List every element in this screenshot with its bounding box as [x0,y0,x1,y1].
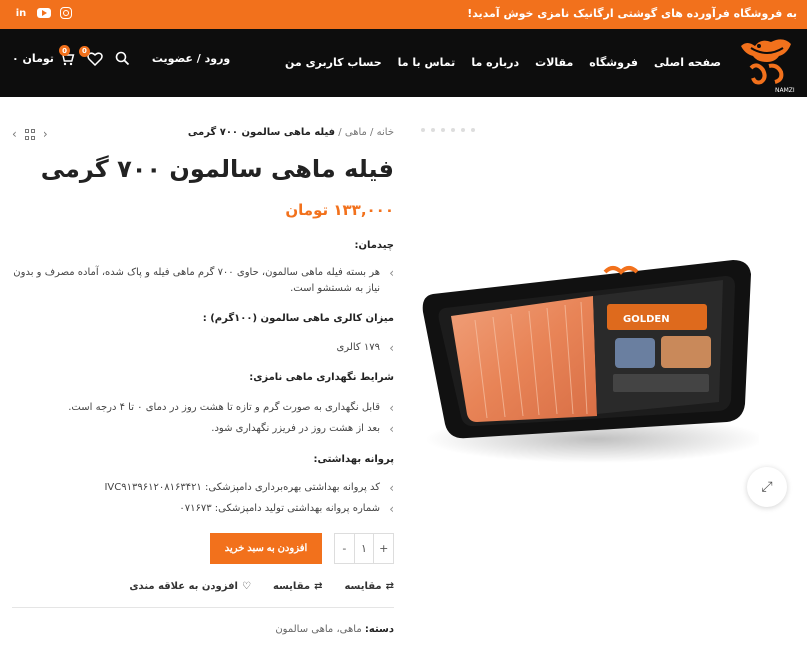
quantity-stepper: - ۱ + [334,533,394,564]
nav-shop[interactable]: فروشگاه [589,56,638,69]
wishlist-label: افزودن به علاقه مندی [129,581,238,592]
shuffle-icon: ⇄ [314,581,323,592]
package-label: GOLDEN [623,314,670,325]
add-to-wishlist-link[interactable]: ♡ افزودن به علاقه مندی [129,581,251,592]
announcement-bar: به فروشگاه فرآورده های گوشتی ارگانیک نام… [0,0,807,29]
contents-section: چیدمان: [12,238,394,254]
nav-contact[interactable]: تماس با ما [398,56,456,69]
product-price: ۱۳۳,۰۰۰ تومان [285,201,394,219]
category-label: دسته: [364,624,394,635]
shuffle-icon: ⇄ [385,581,394,592]
add-to-cart-button[interactable]: افزودن به سبد خرید [210,533,322,564]
nav-my-account[interactable]: حساب کاربری من [285,56,382,69]
storage-list: قابل نگهداری به صورت گرم و تازه تا هشت ر… [12,400,394,442]
cart-total: ۰ تومان [12,52,54,65]
quantity-input[interactable]: ۱ [355,534,375,563]
compare-link-1[interactable]: ⇄ مقایسه [344,581,394,592]
site-logo[interactable]: NAMZI [737,32,797,94]
compare-label: مقایسه [272,581,311,592]
product-title: فیله ماهی سالمون ۷۰۰ گرمی [40,155,394,183]
wishlist-count-badge: 0 [78,45,90,57]
storage-section: شرایط نگهداری ماهی نامزی: [12,370,394,386]
breadcrumb-category[interactable]: ماهی [345,127,367,138]
category-links[interactable]: ماهی، ماهی سالمون [275,624,361,635]
login-register-link[interactable]: ورود / عضویت [152,52,230,65]
compare-label: مقایسه [344,581,382,592]
list-item: کد پروانه بهداشتی بهره‌برداری دامپزشکی: … [12,480,394,496]
product-category: دسته: ماهی، ماهی سالمون [275,624,394,635]
license-section: پروانه بهداشتی: [12,452,394,468]
product-gallery: GOLDEN ⤢ [407,97,807,646]
breadcrumb: خانه / ماهی / فیله ماهی سالمون ۷۰۰ گرمی [187,127,394,138]
instagram-icon[interactable] [60,7,72,19]
heart-icon: ♡ [241,581,251,592]
calorie-heading: میزان کالری ماهی سالمون (۱۰۰گرم) : [202,313,394,324]
logo-caption: NAMZI [775,87,795,94]
breadcrumb-home[interactable]: خانه [377,127,394,138]
social-links: in [14,6,72,20]
product-actions: ⇄ مقایسه ⇄ مقایسه ♡ افزودن به علاقه مندی [129,581,394,592]
compare-link-2[interactable]: ⇄ مقایسه [273,581,323,592]
nav-home[interactable]: صفحه اصلی [654,56,721,69]
youtube-icon[interactable] [37,8,51,18]
cart-count-badge: 0 [59,45,70,56]
qty-increase-button[interactable]: + [374,534,393,563]
contents-heading: چیدمان: [354,240,394,251]
list-item: شماره پروانه بهداشتی تولید دامپزشکی: ۰۷۱… [12,501,394,517]
list-item: بعد از هشت روز در فریزر نگهداری شود. [12,421,394,437]
prev-product-icon[interactable]: ‹ [12,127,17,141]
license-heading: پروانه بهداشتی: [313,454,394,465]
product-navigation: ‹ › [12,127,48,141]
header-tools: ۰ تومان 0 0 ورود / عضویت [12,45,230,66]
divider [12,607,394,608]
product-image[interactable]: GOLDEN [415,234,759,464]
list-item: قابل نگهداری به صورت گرم و تازه تا هشت ر… [12,400,394,416]
main-nav: صفحه اصلی فروشگاه مقالات درباره ما تماس … [285,56,721,69]
breadcrumb-current: فیله ماهی سالمون ۷۰۰ گرمی [187,127,336,138]
breadcrumb-row: خانه / ماهی / فیله ماهی سالمون ۷۰۰ گرمی … [12,127,394,143]
nav-articles[interactable]: مقالات [535,56,573,69]
add-to-cart-row: افزودن به سبد خرید - ۱ + [12,533,394,565]
next-product-icon[interactable]: › [43,127,48,141]
gallery-dots [421,128,475,132]
grid-icon[interactable] [24,129,35,141]
cart-button[interactable]: ۰ تومان 0 [12,45,75,66]
nav-about[interactable]: درباره ما [471,56,519,69]
storage-heading: شرایط نگهداری ماهی نامزی: [249,372,394,383]
calorie-list: ۱۷۹ کالری [12,340,394,361]
linkedin-icon[interactable]: in [14,6,28,20]
wishlist-button[interactable]: 0 [78,45,103,66]
license-list: کد پروانه بهداشتی بهره‌برداری دامپزشکی: … [12,480,394,522]
expand-icon[interactable]: ⤢ [747,467,787,507]
contents-list: هر بسته فیله ماهی سالمون، حاوی ۷۰۰ گرم م… [12,265,394,302]
announcement-text: به فروشگاه فرآورده های گوشتی ارگانیک نام… [467,7,797,20]
list-item: ۱۷۹ کالری [12,340,394,356]
search-icon[interactable] [115,51,130,66]
calorie-section: میزان کالری ماهی سالمون (۱۰۰گرم) : [12,311,394,327]
qty-decrease-button[interactable]: - [335,534,355,563]
site-header: NAMZI صفحه اصلی فروشگاه مقالات درباره ما… [0,29,807,97]
list-item: هر بسته فیله ماهی سالمون، حاوی ۷۰۰ گرم م… [12,265,394,297]
